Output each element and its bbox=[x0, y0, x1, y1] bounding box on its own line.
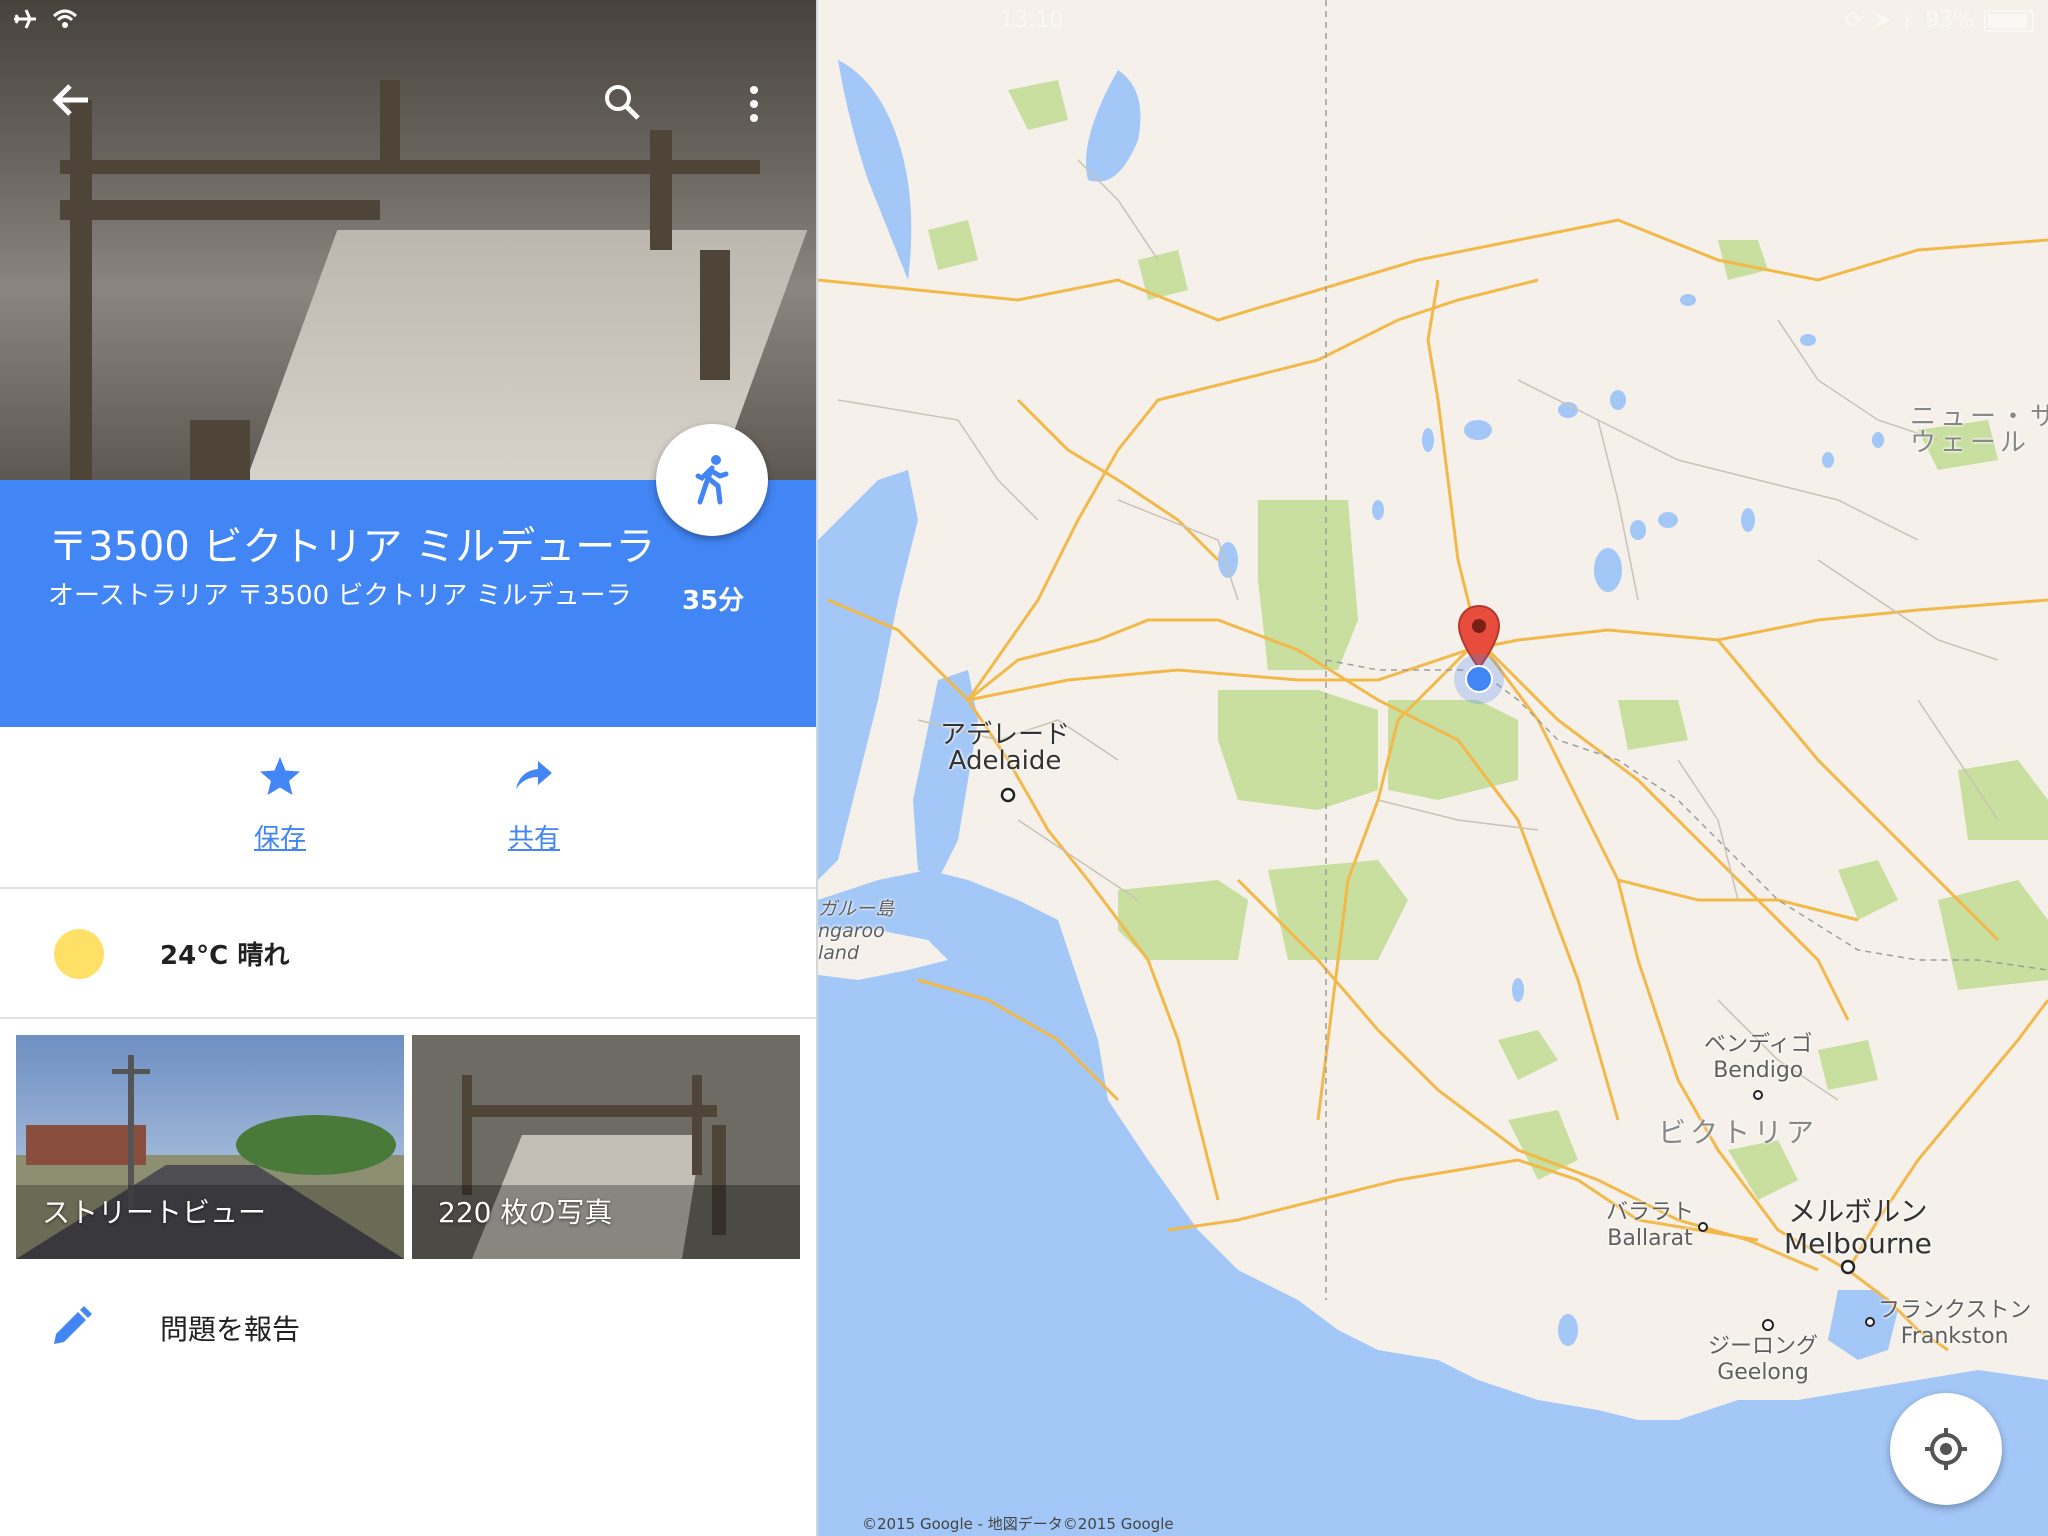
report-problem-row[interactable]: 問題を報告 bbox=[0, 1280, 816, 1380]
map-label-ballarat: バララト Ballarat bbox=[1606, 1200, 1695, 1251]
map-label-melbourne: メルボルン Melbourne bbox=[1784, 1195, 1932, 1260]
place-hero-photo[interactable] bbox=[0, 0, 816, 480]
current-location-dot bbox=[1454, 654, 1504, 704]
battery-percent: 93% bbox=[1925, 8, 1974, 33]
map-label-adelaide: アデレード Adelaide bbox=[940, 720, 1071, 776]
report-problem-label: 問題を報告 bbox=[160, 1313, 301, 1346]
status-time: 13:10 bbox=[1000, 8, 1064, 33]
street-view-thumbnail[interactable]: ストリートビュー bbox=[16, 1035, 404, 1259]
rotation-lock-icon: ⟳ bbox=[1845, 8, 1864, 33]
place-title: 〒3500 ビクトリア ミルデューラ bbox=[48, 524, 656, 570]
jetty-post bbox=[380, 80, 400, 170]
star-icon bbox=[260, 757, 300, 795]
search-button[interactable] bbox=[602, 82, 642, 132]
action-row: 保存 共有 bbox=[0, 727, 816, 889]
bluetooth-icon: ᛒ bbox=[1901, 8, 1916, 33]
place-address: オーストラリア 〒3500 ビクトリア ミルデューラ bbox=[48, 581, 632, 611]
more-options-button[interactable] bbox=[746, 84, 762, 134]
sunny-icon bbox=[54, 929, 104, 979]
save-label: 保存 bbox=[253, 824, 306, 854]
wifi-icon bbox=[52, 8, 78, 36]
travel-time: 35分 bbox=[682, 586, 745, 616]
map-copyright: ©2015 Google - 地図データ©2015 Google bbox=[862, 1515, 1174, 1533]
map-label-bendigo: ベンディゴ Bendigo bbox=[1704, 1032, 1813, 1083]
more-vert-icon bbox=[750, 86, 758, 122]
photos-thumbnail[interactable]: 220 枚の写真 bbox=[412, 1035, 800, 1259]
walking-icon bbox=[695, 455, 729, 505]
jetty-rail bbox=[60, 200, 380, 220]
map-label-victoria: ビクトリア bbox=[1658, 1116, 1819, 1149]
place-panel: 〒3500 ビクトリア ミルデューラ オーストラリア 〒3500 ビクトリア ミ… bbox=[0, 0, 818, 1536]
photos-label: 220 枚の写真 bbox=[438, 1196, 613, 1229]
jetty-post bbox=[190, 420, 250, 480]
jetty-post bbox=[650, 130, 672, 250]
back-button[interactable] bbox=[52, 80, 92, 130]
jetty-post bbox=[70, 100, 92, 480]
map-label-frankston: フランクストン Frankston bbox=[1878, 1298, 2032, 1349]
map-view[interactable]: アデレード Adelaide ガルー島 ngaroo land ベンディゴ Bendig… bbox=[818, 0, 2048, 1536]
map-label-new-south-wales: ニュー・サ ウェール bbox=[1910, 402, 2048, 458]
weather-row: 24°C 晴れ bbox=[0, 889, 816, 1019]
map-label-geelong: ジーロング Geelong bbox=[1708, 1334, 1819, 1385]
jetty-rail bbox=[60, 160, 760, 174]
status-bar: 13:10 ⟳ ➤ ᛒ 93% bbox=[0, 0, 2048, 40]
crosshair-icon bbox=[1925, 1428, 1967, 1470]
battery-icon bbox=[1984, 9, 2034, 32]
walking-directions-button[interactable] bbox=[656, 424, 768, 536]
location-services-icon: ➤ bbox=[1873, 8, 1892, 33]
jetty-post bbox=[700, 250, 730, 380]
save-button[interactable]: 保存 bbox=[230, 755, 330, 855]
arrow-back-icon bbox=[52, 84, 88, 116]
street-view-label: ストリートビュー bbox=[42, 1196, 267, 1229]
airplane-mode-icon bbox=[12, 8, 38, 36]
share-label: 共有 bbox=[507, 824, 560, 854]
my-location-button[interactable] bbox=[1890, 1393, 2002, 1505]
pencil-icon bbox=[54, 1306, 92, 1344]
weather-text: 24°C 晴れ bbox=[160, 941, 290, 971]
search-icon bbox=[605, 85, 640, 120]
map-label-kangaroo-island: ガルー島 ngaroo land bbox=[818, 898, 895, 964]
share-button[interactable]: 共有 bbox=[484, 755, 584, 855]
share-arrow-icon bbox=[516, 761, 552, 789]
